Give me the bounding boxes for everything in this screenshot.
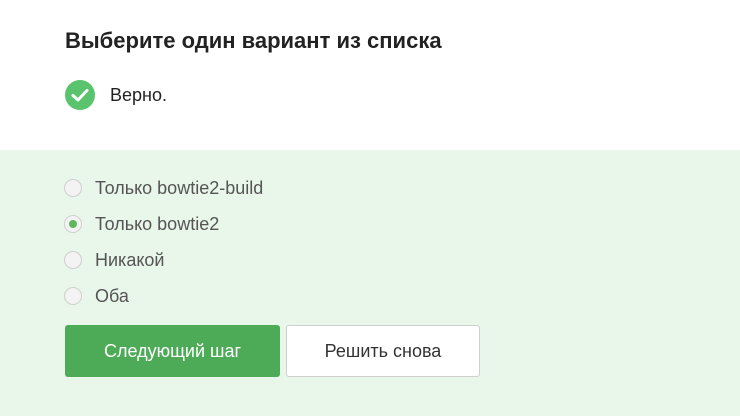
feedback-status: Верно. xyxy=(65,80,167,110)
option-label: Только bowtie2 xyxy=(95,213,220,234)
radio-button[interactable] xyxy=(64,287,82,305)
option-label: Оба xyxy=(95,285,129,306)
radio-button[interactable] xyxy=(64,179,82,197)
action-buttons: Следующий шаг Решить снова xyxy=(65,325,480,377)
option-item[interactable]: Только bowtie2-build xyxy=(64,170,263,206)
options-list: Только bowtie2-build Только bowtie2 Ника… xyxy=(64,170,263,314)
answer-section: Только bowtie2-build Только bowtie2 Ника… xyxy=(0,150,740,416)
radio-button[interactable] xyxy=(64,251,82,269)
option-item[interactable]: Никакой xyxy=(64,242,263,278)
option-label: Только bowtie2-build xyxy=(95,177,264,198)
retry-button[interactable]: Решить снова xyxy=(286,325,480,377)
option-item[interactable]: Только bowtie2 xyxy=(64,206,263,242)
next-step-button[interactable]: Следующий шаг xyxy=(65,325,280,377)
check-circle-icon xyxy=(65,80,95,110)
radio-button-selected[interactable] xyxy=(64,215,82,233)
radio-selected-dot xyxy=(69,220,77,228)
question-title: Выберите один вариант из списка xyxy=(65,28,442,53)
question-header: Выберите один вариант из списка Верно. xyxy=(0,0,740,150)
feedback-text: Верно. xyxy=(110,84,167,105)
option-label: Никакой xyxy=(95,249,165,270)
option-item[interactable]: Оба xyxy=(64,278,263,314)
